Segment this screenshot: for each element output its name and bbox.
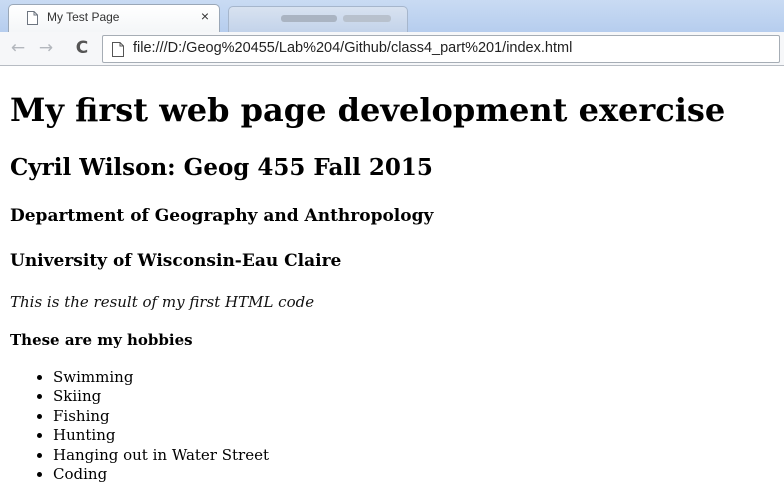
tab-background-blurred[interactable]	[228, 6, 408, 32]
list-item: Hanging out in Water Street	[53, 446, 269, 465]
department-heading: Department of Geography and Anthropology	[10, 206, 434, 226]
list-item: Swimming	[53, 368, 269, 387]
reload-icon[interactable]: C	[71, 37, 93, 59]
list-item: Hunting	[53, 426, 269, 445]
forward-arrow-icon[interactable]: →	[35, 37, 57, 59]
university-heading: University of Wisconsin-Eau Claire	[10, 251, 342, 271]
page-content: My first web page development exercise C…	[0, 66, 784, 499]
italic-note: This is the result of my first HTML code	[10, 293, 315, 311]
author-heading: Cyril Wilson: Geog 455 Fall 2015	[10, 154, 433, 181]
back-arrow-icon[interactable]: ←	[7, 37, 29, 59]
file-page-icon	[112, 42, 124, 57]
list-item: Coding	[53, 465, 269, 484]
url-text[interactable]: file:///D:/Geog%20455/Lab%204/Github/cla…	[133, 40, 572, 56]
blurred-tab-text	[343, 15, 391, 22]
hobbies-title: These are my hobbies	[10, 331, 193, 349]
hobbies-list: Swimming Skiing Fishing Hunting Hanging …	[10, 368, 269, 484]
list-item: Skiing	[53, 387, 269, 406]
browser-titlebar: My Test Page ×	[0, 0, 784, 32]
tab-my-test-page[interactable]: My Test Page ×	[8, 4, 220, 32]
tab-close-icon[interactable]: ×	[201, 8, 209, 24]
tab-title: My Test Page	[47, 10, 120, 24]
list-item: Fishing	[53, 407, 269, 426]
page-icon	[27, 11, 38, 25]
browser-toolbar: ← → C file:///D:/Geog%20455/Lab%204/Gith…	[0, 32, 784, 66]
address-bar[interactable]: file:///D:/Geog%20455/Lab%204/Github/cla…	[102, 35, 780, 63]
page-heading: My first web page development exercise	[10, 91, 726, 129]
blurred-tab-text	[281, 15, 337, 22]
